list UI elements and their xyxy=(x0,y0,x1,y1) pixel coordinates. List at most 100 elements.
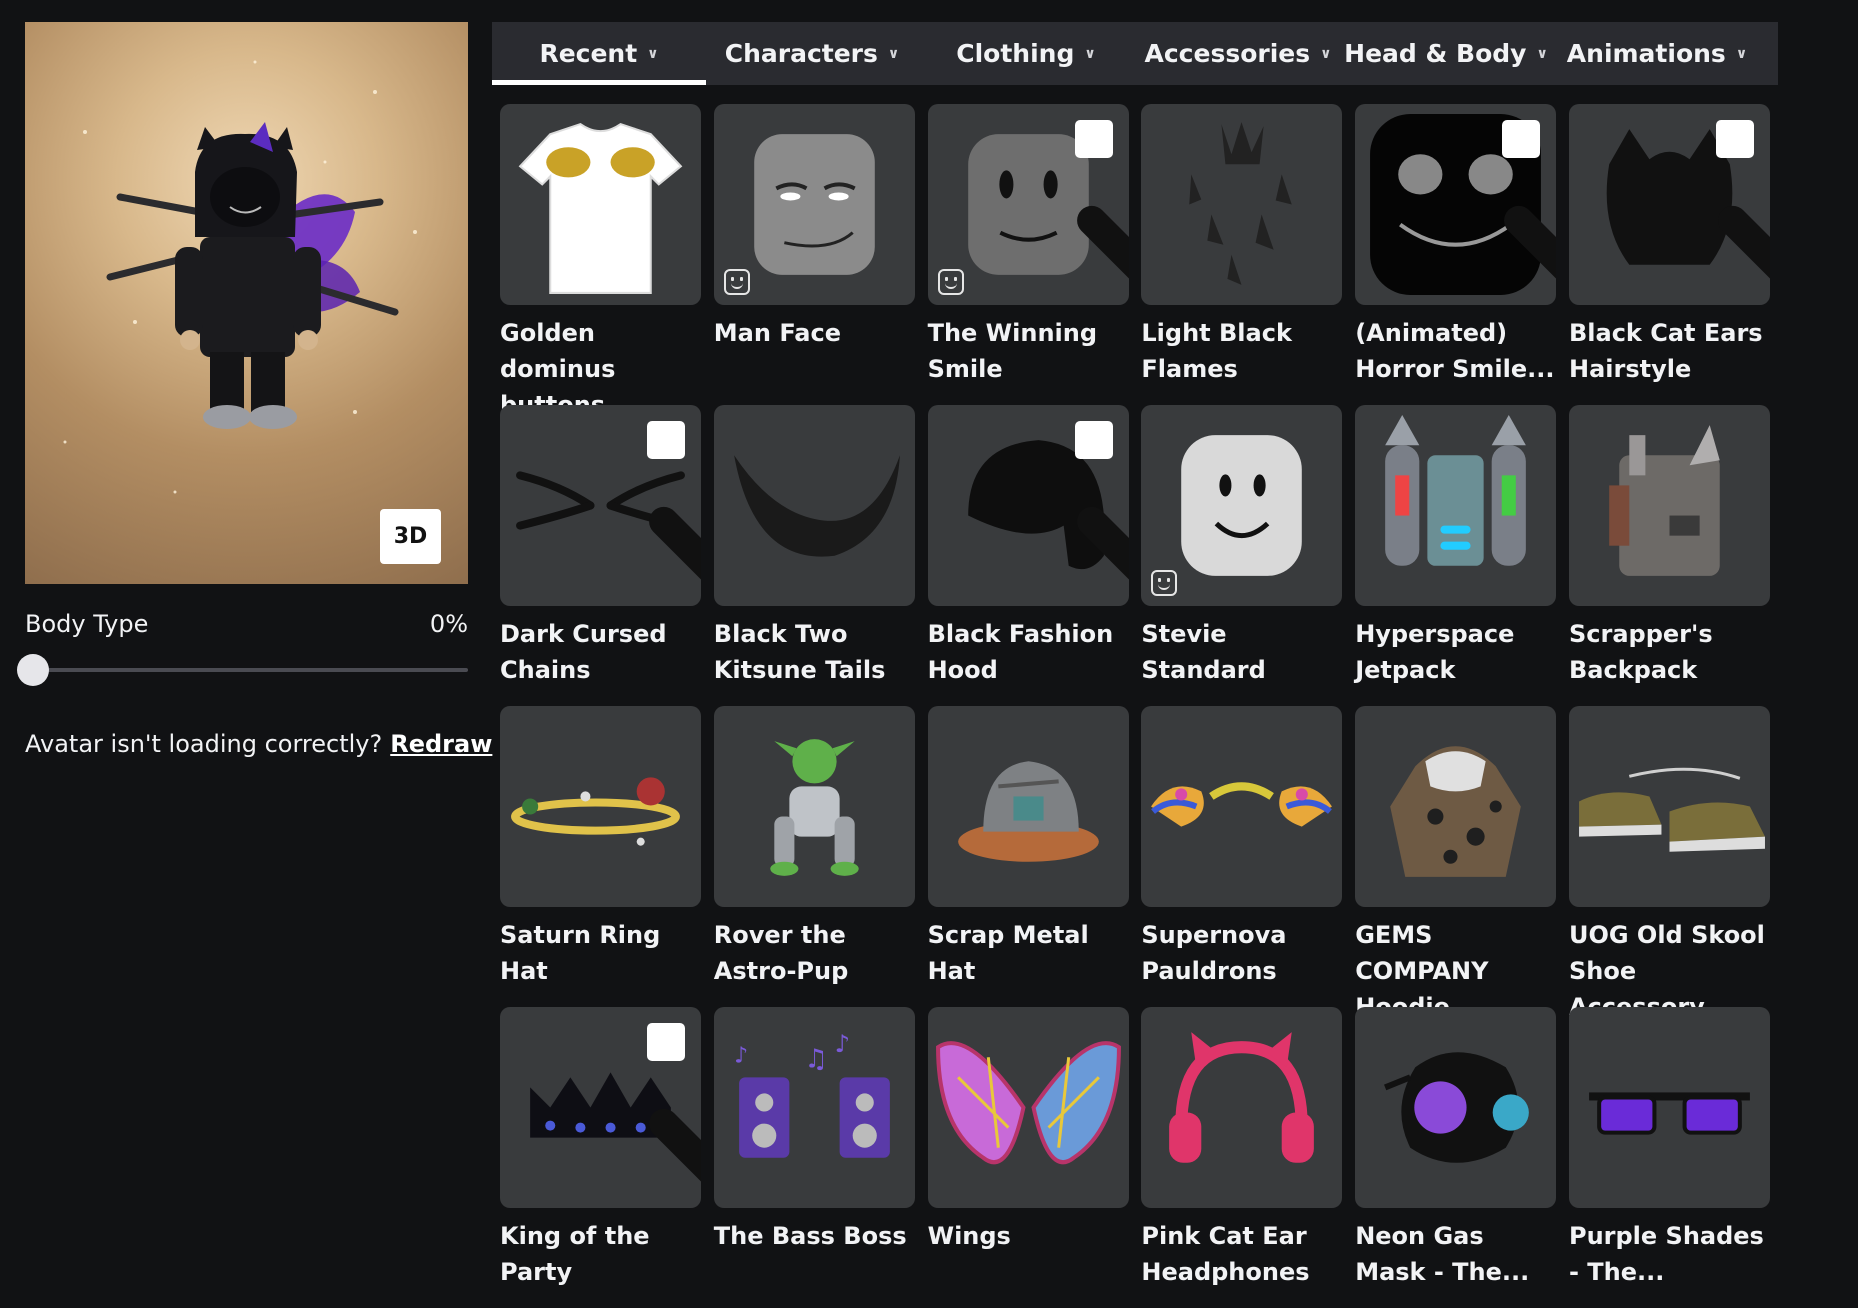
item-thumbnail[interactable] xyxy=(1568,706,1770,907)
item-thumbnail[interactable] xyxy=(1141,706,1343,907)
item-card[interactable]: Hyperspace Jetpack xyxy=(1355,405,1557,706)
item-name[interactable]: King of the Party xyxy=(500,1218,705,1290)
item-card[interactable]: Black Cat Ears Hairstyle xyxy=(1568,104,1770,405)
item-name[interactable]: The Winning Smile xyxy=(928,315,1133,387)
body-type-slider[interactable] xyxy=(17,652,468,688)
tab-head-body[interactable]: Head & Body ∨ xyxy=(1342,22,1550,85)
item-thumbnail[interactable] xyxy=(1355,405,1557,606)
tab-label: Recent xyxy=(539,39,638,68)
item-name[interactable]: Scrap Metal Hat xyxy=(928,917,1133,989)
item-thumbnail[interactable] xyxy=(927,104,1129,305)
item-name[interactable]: Pink Cat Ear Headphones xyxy=(1141,1218,1346,1290)
avatar-preview[interactable]: 3D xyxy=(25,22,468,584)
item-name[interactable]: Light Black Flames xyxy=(1141,315,1346,387)
item-card[interactable]: Scrapper's Backpack xyxy=(1568,405,1770,706)
item-thumbnail[interactable] xyxy=(1355,104,1557,305)
item-name[interactable]: Man Face xyxy=(714,315,919,351)
tab-label: Animations xyxy=(1566,39,1726,68)
item-name[interactable]: Stevie Standard xyxy=(1141,616,1346,688)
equipped-checkbox[interactable] xyxy=(1074,120,1129,279)
item-card[interactable]: Rover the Astro-Pup xyxy=(713,706,915,1007)
item-card[interactable]: Supernova Pauldrons xyxy=(1141,706,1343,1007)
body-type-value: 0% xyxy=(429,610,468,638)
item-name[interactable]: Black Cat Ears Hairstyle xyxy=(1569,315,1774,387)
item-card[interactable]: Scrap Metal Hat xyxy=(927,706,1129,1007)
item-name[interactable]: Black Two Kitsune Tails xyxy=(714,616,919,688)
item-name[interactable]: Neon Gas Mask - The... xyxy=(1355,1218,1560,1290)
item-thumbnail[interactable]: ♫ ♪ ♪ xyxy=(713,1007,915,1208)
tab-clothing[interactable]: Clothing ∨ xyxy=(918,22,1134,85)
item-card[interactable]: Neon Gas Mask - The... xyxy=(1355,1007,1557,1308)
saturn-ring-icon xyxy=(511,777,680,846)
slider-thumb[interactable] xyxy=(17,654,49,686)
item-card[interactable]: Purple Shades - The... xyxy=(1568,1007,1770,1308)
kitsune-tails-icon xyxy=(733,455,900,557)
chevron-down-icon: ∨ xyxy=(1084,45,1096,62)
item-card[interactable]: Light Black Flames xyxy=(1141,104,1343,405)
slider-track[interactable] xyxy=(25,668,468,672)
item-card[interactable]: Dark Cursed Chains xyxy=(500,405,701,706)
tab-accessories[interactable]: Accessories ∨ xyxy=(1134,22,1342,85)
item-thumbnail[interactable] xyxy=(500,405,701,606)
gas-mask-icon xyxy=(1384,1052,1530,1163)
equipped-checkbox[interactable] xyxy=(647,421,701,580)
item-name[interactable]: (Animated) Horror Smile... xyxy=(1355,315,1560,387)
item-thumbnail[interactable] xyxy=(1141,1007,1343,1208)
pauldrons-icon xyxy=(1151,782,1333,827)
item-card[interactable]: Pink Cat Ear Headphones xyxy=(1141,1007,1343,1308)
tab-recent[interactable]: Recent ∨ xyxy=(492,22,706,85)
item-thumbnail[interactable] xyxy=(713,405,915,606)
item-name[interactable]: The Bass Boss xyxy=(714,1218,919,1254)
item-card[interactable]: Black Two Kitsune Tails xyxy=(713,405,915,706)
item-thumbnail[interactable] xyxy=(927,706,1129,907)
item-name[interactable]: Wings xyxy=(928,1218,1133,1254)
item-thumbnail[interactable] xyxy=(1141,104,1343,305)
chevron-down-icon: ∨ xyxy=(1320,45,1332,62)
item-name[interactable]: Scrapper's Backpack xyxy=(1569,616,1774,688)
item-thumbnail[interactable] xyxy=(500,104,701,305)
item-card[interactable]: GEMS COMPANY Hoodie xyxy=(1355,706,1557,1021)
item-name[interactable]: Purple Shades - The... xyxy=(1569,1218,1774,1290)
equipped-checkbox[interactable] xyxy=(1502,120,1557,279)
item-card[interactable]: The Winning Smile xyxy=(927,104,1129,405)
equipped-checkbox[interactable] xyxy=(1074,421,1129,580)
item-name[interactable]: Hyperspace Jetpack xyxy=(1355,616,1560,688)
item-thumbnail[interactable] xyxy=(500,706,701,907)
chevron-down-icon: ∨ xyxy=(1536,45,1548,62)
item-name[interactable]: Black Fashion Hood xyxy=(928,616,1133,688)
item-name[interactable]: Supernova Pauldrons xyxy=(1141,917,1346,989)
item-card[interactable]: (Animated) Horror Smile... xyxy=(1355,104,1557,405)
equipped-checkbox[interactable] xyxy=(1715,120,1770,279)
jetpack-icon xyxy=(1385,415,1527,566)
item-card[interactable]: Man Face xyxy=(713,104,915,405)
item-card[interactable]: Golden dominus buttons xyxy=(500,104,701,419)
item-card[interactable]: ♫ ♪ ♪ The Bass Boss xyxy=(713,1007,915,1308)
item-thumbnail[interactable] xyxy=(500,1007,701,1208)
item-thumbnail[interactable] xyxy=(713,706,915,907)
item-thumbnail[interactable] xyxy=(1568,405,1770,606)
shoes-icon xyxy=(1579,767,1765,852)
tab-animations[interactable]: Animations ∨ xyxy=(1550,22,1764,85)
item-card[interactable]: Black Fashion Hood xyxy=(927,405,1129,706)
item-name[interactable]: Rover the Astro-Pup xyxy=(714,917,919,989)
item-card[interactable]: King of the Party xyxy=(500,1007,701,1308)
redraw-link[interactable]: Redraw xyxy=(390,730,492,758)
item-name[interactable]: Dark Cursed Chains xyxy=(500,616,705,688)
equipped-checkbox[interactable] xyxy=(647,1023,701,1182)
item-thumbnail[interactable] xyxy=(927,405,1129,606)
item-thumbnail[interactable] xyxy=(713,104,915,305)
item-card[interactable]: Wings xyxy=(927,1007,1129,1308)
item-thumbnail[interactable] xyxy=(1355,706,1557,907)
view-3d-toggle-button[interactable]: 3D xyxy=(380,509,441,564)
item-thumbnail[interactable] xyxy=(1568,1007,1770,1208)
item-thumbnail[interactable] xyxy=(927,1007,1129,1208)
item-thumbnail[interactable] xyxy=(1141,405,1343,606)
item-thumbnail[interactable] xyxy=(1355,1007,1557,1208)
item-card[interactable]: Stevie Standard xyxy=(1141,405,1343,706)
item-thumbnail[interactable] xyxy=(1568,104,1770,305)
item-card[interactable]: Saturn Ring Hat xyxy=(500,706,701,1007)
item-name[interactable]: Saturn Ring Hat xyxy=(500,917,705,989)
avatar-help-row: Avatar isn't loading correctly? Redraw xyxy=(25,730,492,758)
item-card[interactable]: UOG Old Skool Shoe Accessory xyxy=(1568,706,1770,1021)
tab-characters[interactable]: Characters ∨ xyxy=(706,22,918,85)
